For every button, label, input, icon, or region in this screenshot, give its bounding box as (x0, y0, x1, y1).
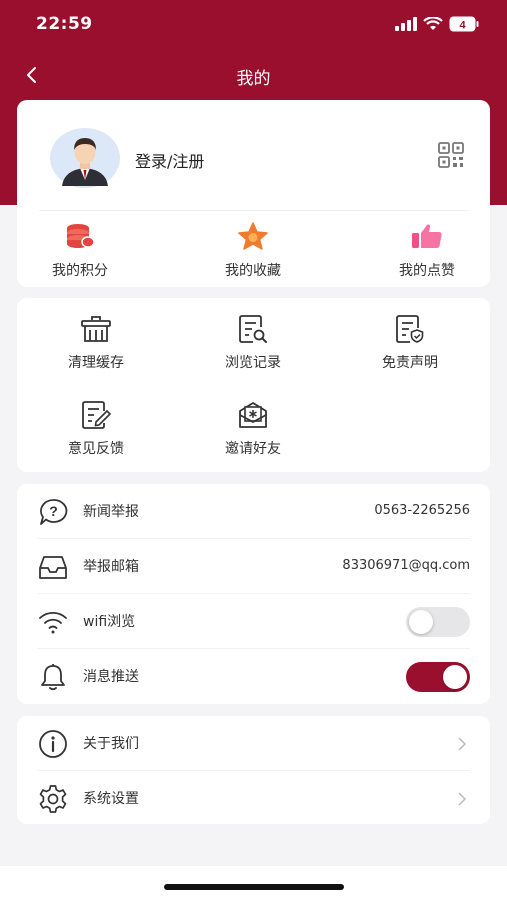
nav-bar: 我的 (0, 55, 507, 95)
contact-settings-card: ? 新闻举报 0563-2265256 举报邮箱 83306971@qq.com… (17, 484, 490, 704)
wifi-browse-toggle[interactable] (406, 607, 470, 637)
tools-card: 清理缓存 浏览记录 免责声明 意见反馈 邀请好友 (17, 298, 490, 472)
feedback-button[interactable]: 意见反馈 (41, 400, 151, 458)
settings-card: 关于我们 系统设置 (17, 716, 490, 824)
my-points-button[interactable]: 我的积分 (25, 222, 135, 280)
report-email-address[interactable]: 83306971@qq.com (342, 558, 470, 573)
invite-friends-label: 邀请好友 (225, 441, 281, 457)
qr-code-icon[interactable] (438, 142, 464, 168)
push-notification-row: 消息推送 (17, 649, 490, 704)
trash-icon (81, 316, 111, 342)
wifi-status-icon (423, 17, 443, 30)
wifi-browse-label: wifi浏览 (83, 614, 136, 630)
gear-icon (39, 785, 67, 813)
about-us-row[interactable]: 关于我们 (17, 716, 490, 771)
history-search-icon (239, 315, 267, 343)
system-settings-row[interactable]: 系统设置 (17, 771, 490, 826)
chevron-right-icon (458, 792, 467, 806)
disclaimer-icon (396, 315, 424, 343)
invite-envelope-icon (239, 402, 267, 428)
system-settings-label: 系统设置 (83, 791, 139, 807)
push-notification-toggle[interactable] (406, 662, 470, 692)
battery-icon: 4 (449, 16, 479, 32)
wifi-browse-row: wifi浏览 (17, 594, 490, 649)
home-indicator (164, 884, 344, 890)
report-email-row[interactable]: 举报邮箱 83306971@qq.com (17, 539, 490, 594)
status-bar: 22:59 4 (0, 0, 507, 50)
feedback-label: 意见反馈 (68, 441, 124, 457)
inbox-icon (39, 556, 67, 579)
my-likes-label: 我的点赞 (399, 263, 455, 279)
toggle-knob (443, 665, 467, 689)
clear-cache-label: 清理缓存 (68, 355, 124, 371)
bottom-safe-area (0, 866, 507, 900)
browse-history-button[interactable]: 浏览记录 (198, 314, 308, 372)
coins-icon (67, 224, 95, 248)
status-time: 22:59 (36, 14, 93, 34)
push-notification-label: 消息推送 (83, 669, 139, 685)
news-report-row[interactable]: ? 新闻举报 0563-2265256 (17, 484, 490, 539)
disclaimer-label: 免责声明 (382, 355, 438, 371)
status-icons: 4 (395, 16, 479, 32)
thumbs-up-icon (412, 224, 442, 248)
my-favorites-label: 我的收藏 (225, 263, 281, 279)
feedback-edit-icon (82, 401, 112, 429)
news-report-label: 新闻举报 (83, 504, 139, 520)
browse-history-label: 浏览记录 (225, 355, 281, 371)
star-icon (238, 222, 268, 250)
battery-level: 4 (459, 20, 466, 32)
chevron-right-icon (458, 737, 467, 751)
disclaimer-button[interactable]: 免责声明 (355, 314, 465, 372)
svg-text:?: ? (49, 503, 58, 519)
signal-icon (395, 17, 417, 31)
avatar[interactable] (50, 128, 120, 188)
toggle-knob (409, 610, 433, 634)
bell-icon (41, 664, 65, 691)
news-report-phone[interactable]: 0563-2265256 (374, 503, 470, 518)
report-email-label: 举报邮箱 (83, 559, 139, 575)
invite-friends-button[interactable]: 邀请好友 (198, 400, 308, 458)
about-us-label: 关于我们 (83, 736, 139, 752)
info-icon (39, 730, 67, 758)
page-title: 我的 (236, 69, 271, 89)
wifi-icon (39, 611, 67, 634)
clear-cache-button[interactable]: 清理缓存 (41, 314, 151, 372)
my-favorites-button[interactable]: 我的收藏 (198, 222, 308, 280)
profile-card: 登录/注册 我的积分 我的收藏 我的点赞 (17, 100, 490, 287)
login-register-link[interactable]: 登录/注册 (135, 148, 204, 172)
profile-divider (39, 210, 468, 211)
my-likes-button[interactable]: 我的点赞 (372, 222, 482, 280)
my-points-label: 我的积分 (52, 263, 108, 279)
question-bubble-icon: ? (40, 499, 68, 525)
